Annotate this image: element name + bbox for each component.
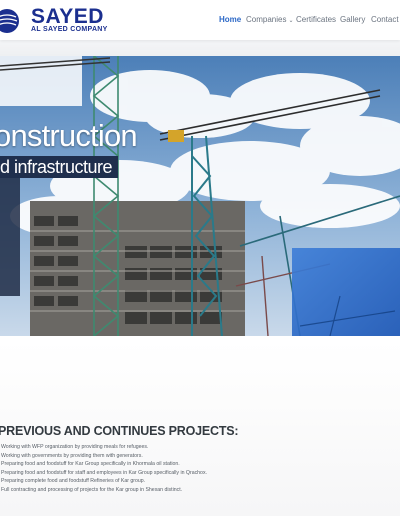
nav-home[interactable]: Home	[219, 15, 241, 24]
hero-subtitle: d infrastructure	[0, 156, 119, 178]
nav-certificates[interactable]: Certificates	[296, 15, 336, 24]
nav-contact-label: Contact us	[371, 15, 400, 24]
main-nav: Home Companies ⌄ Certificates Gallery Con…	[219, 15, 400, 27]
site-header: SAYED AL SAYED COMPANY Home Companies ⌄ C…	[0, 0, 400, 40]
chevron-down-icon: ⌄	[288, 18, 294, 24]
logo-emblem-icon	[0, 9, 19, 33]
list-item: Preparing complete food and foodstuff Re…	[1, 478, 146, 485]
nav-home-label: Home	[219, 15, 242, 24]
nav-companies[interactable]: Companies ⌄	[246, 15, 294, 24]
projects-list: Working with WFP organization by providi…	[0, 443, 207, 495]
hero-construction-image	[0, 56, 400, 336]
nav-contact[interactable]: Contact us	[371, 15, 400, 24]
hero-section: onstruction d infrastructure	[0, 40, 400, 340]
nav-gallery[interactable]: Gallery	[340, 15, 365, 24]
logo-name: SAYED	[31, 5, 104, 28]
list-item: Preparing food and foodstuff for staff a…	[1, 469, 207, 476]
list-item: Working with WFP organization by providi…	[1, 444, 149, 450]
list-item: Preparing food and foodstuff for Kar Gro…	[1, 461, 180, 468]
list-item: Full contracting and processing of proje…	[1, 486, 183, 493]
nav-certificates-label: Certificates	[296, 15, 337, 24]
nav-companies-label: Companies	[246, 15, 287, 24]
projects-heading: PREVIOUS AND CONTINUES PROJECTS:	[0, 424, 239, 438]
list-item: Working with governments by providing th…	[1, 452, 143, 459]
projects-section: PREVIOUS AND CONTINUES PROJECTS: Working…	[0, 340, 400, 516]
logo-subtitle: AL SAYED COMPANY	[31, 26, 108, 33]
nav-gallery-label: Gallery	[340, 15, 366, 24]
hero-title: onstruction	[0, 118, 138, 153]
